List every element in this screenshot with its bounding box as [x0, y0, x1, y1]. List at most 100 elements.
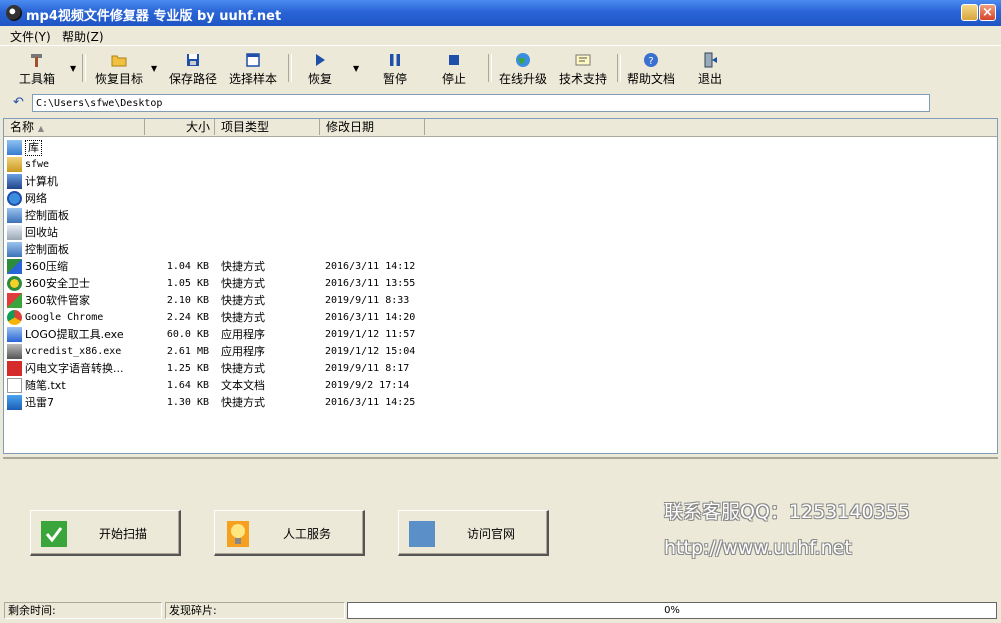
file-name: 库 — [25, 140, 42, 156]
file-row[interactable]: 360安全卫士 1.05 KB 快捷方式 2016/3/11 13:55 — [4, 275, 994, 292]
sort-up-icon: ▲ — [37, 124, 44, 133]
toolbar-separator — [617, 54, 621, 82]
visit-site-button[interactable]: 访问官网 — [398, 510, 549, 556]
help-docs-button[interactable]: ? 帮助文档 — [624, 49, 678, 87]
floppy-disk-icon — [187, 54, 199, 66]
web-icon — [409, 521, 435, 547]
globe-icon — [516, 53, 530, 67]
restore-button[interactable]: 恢复 — [300, 49, 340, 87]
installer-icon — [7, 344, 22, 359]
file-type: 快捷方式 — [221, 260, 265, 273]
back-arrow-icon[interactable]: ↶ — [13, 95, 24, 110]
lightbulb-icon — [227, 521, 249, 547]
shield-icon — [7, 276, 22, 291]
toolbox-button[interactable]: 工具箱 — [14, 49, 60, 87]
open-folder-icon — [111, 55, 127, 67]
recycle-bin-icon — [7, 225, 22, 240]
tech-support-label: 技术支持 — [558, 72, 607, 86]
file-row[interactable]: 控制面板 — [4, 207, 994, 224]
exit-label: 退出 — [697, 72, 722, 86]
column-name[interactable]: 名称 ▲ — [4, 119, 145, 135]
path-bar: ↶ — [0, 91, 1001, 115]
toolbar-separator — [82, 54, 86, 82]
exe-icon — [7, 327, 22, 342]
file-row[interactable]: 360压缩 1.04 KB 快捷方式 2016/3/11 14:12 — [4, 258, 994, 275]
chrome-icon — [7, 310, 22, 325]
restore-target-dropdown-icon[interactable]: ▼ — [151, 64, 157, 73]
window-icon — [246, 53, 260, 67]
file-date: 2019/1/12 15:04 — [325, 346, 416, 357]
file-name: 控制面板 — [25, 209, 69, 222]
save-path-label: 保存路径 — [168, 72, 217, 86]
file-row[interactable]: 360软件管家 2.10 KB 快捷方式 2019/9/11 8:33 — [4, 292, 994, 309]
close-button[interactable]: × — [979, 4, 996, 21]
file-row[interactable]: 计算机 — [4, 173, 994, 190]
text-file-icon — [7, 378, 22, 393]
contact-url[interactable]: http://www.uuhf.net — [664, 537, 852, 559]
column-size[interactable]: 大小 — [145, 119, 215, 135]
file-row[interactable]: 库 — [4, 139, 994, 156]
status-bar: 剩余时间: 发现碎片: 0% — [0, 600, 1001, 623]
file-size: 1.64 KB — [166, 380, 209, 391]
file-row[interactable]: sfwe — [4, 156, 994, 173]
menu-file[interactable]: 文件(Y) — [10, 28, 51, 45]
file-row[interactable]: LOGO提取工具.exe 60.0 KB 应用程序 2019/1/12 11:57 — [4, 326, 994, 343]
file-name: 360软件管家 — [25, 294, 90, 307]
network-icon — [7, 191, 22, 206]
thunder-icon — [7, 395, 22, 410]
file-name: 计算机 — [25, 175, 58, 188]
stop-button[interactable]: 停止 — [434, 49, 474, 87]
column-type[interactable]: 项目类型 — [215, 119, 320, 135]
user-folder-icon — [7, 157, 22, 172]
file-size: 1.04 KB — [166, 261, 209, 272]
svg-text:?: ? — [648, 56, 653, 67]
file-date: 2019/9/2 17:14 — [325, 380, 410, 391]
file-size: 1.25 KB — [166, 363, 209, 374]
maximize-button[interactable] — [961, 4, 978, 21]
column-name-label: 名称 — [10, 120, 35, 134]
pause-button[interactable]: 暂停 — [375, 49, 415, 87]
library-icon — [7, 140, 22, 155]
file-row[interactable]: vcredist_x86.exe 2.61 MB 应用程序 2019/1/12 15:… — [4, 343, 994, 360]
file-list: 名称 ▲ 大小 项目类型 修改日期 库 sfwe 计算机 网络 控制面板 回收站 控制面板 3… — [3, 118, 998, 454]
start-scan-button[interactable]: 开始扫描 — [30, 510, 181, 556]
online-upgrade-button[interactable]: 在线升级 — [496, 49, 550, 87]
save-path-button[interactable]: 保存路径 — [167, 49, 219, 87]
title-bar: mp4视频文件修复器 专业版 by uuhf.net × — [0, 0, 1001, 26]
file-row[interactable]: 随笔.txt 1.64 KB 文本文档 2019/9/2 17:14 — [4, 377, 994, 394]
tech-support-button[interactable]: 技术支持 — [556, 49, 610, 87]
choose-sample-button[interactable]: 选择样本 — [226, 49, 280, 87]
restore-dropdown-icon[interactable]: ▼ — [353, 64, 359, 73]
file-name: 360压缩 — [25, 260, 68, 273]
manual-service-label: 人工服务 — [282, 527, 331, 541]
file-name: 迅雷7 — [25, 396, 54, 409]
file-row[interactable]: 网络 — [4, 190, 994, 207]
file-type: 快捷方式 — [221, 277, 265, 290]
app-icon — [6, 5, 22, 21]
restore-target-button[interactable]: 恢复目标 — [91, 49, 147, 87]
menu-help[interactable]: 帮助(Z) — [62, 28, 104, 45]
window-title: mp4视频文件修复器 专业版 by uuhf.net — [26, 9, 282, 24]
file-row[interactable]: 控制面板 — [4, 241, 994, 258]
file-row[interactable]: 闪电文字语音转换... 1.25 KB 快捷方式 2019/9/11 8:17 — [4, 360, 994, 377]
column-modified[interactable]: 修改日期 — [320, 119, 425, 135]
file-type: 快捷方式 — [221, 311, 265, 324]
file-size: 60.0 KB — [166, 329, 209, 340]
progress-text: 0% — [664, 605, 680, 616]
exit-door-icon — [704, 52, 717, 68]
action-panel: 开始扫描 人工服务 访问官网 联系客服QQ：1253140355 http://… — [3, 457, 998, 598]
toolbox-dropdown-icon[interactable]: ▼ — [70, 64, 76, 73]
checkmark-icon — [41, 521, 67, 547]
file-row[interactable]: 回收站 — [4, 224, 994, 241]
fragments-found: 发现碎片: — [165, 602, 345, 619]
shortcut-icon — [7, 259, 22, 274]
path-input[interactable] — [32, 94, 930, 112]
file-date: 2019/9/11 8:33 — [325, 295, 410, 306]
visit-site-label: 访问官网 — [466, 527, 515, 541]
file-row[interactable]: 迅雷7 1.30 KB 快捷方式 2016/3/11 14:25 — [4, 394, 994, 411]
manual-service-button[interactable]: 人工服务 — [214, 510, 365, 556]
exit-button[interactable]: 退出 — [690, 49, 730, 87]
file-size: 2.10 KB — [166, 295, 209, 306]
file-row[interactable]: Google Chrome 2.24 KB 快捷方式 2016/3/11 14:20 — [4, 309, 994, 326]
file-name: sfwe — [25, 159, 50, 170]
